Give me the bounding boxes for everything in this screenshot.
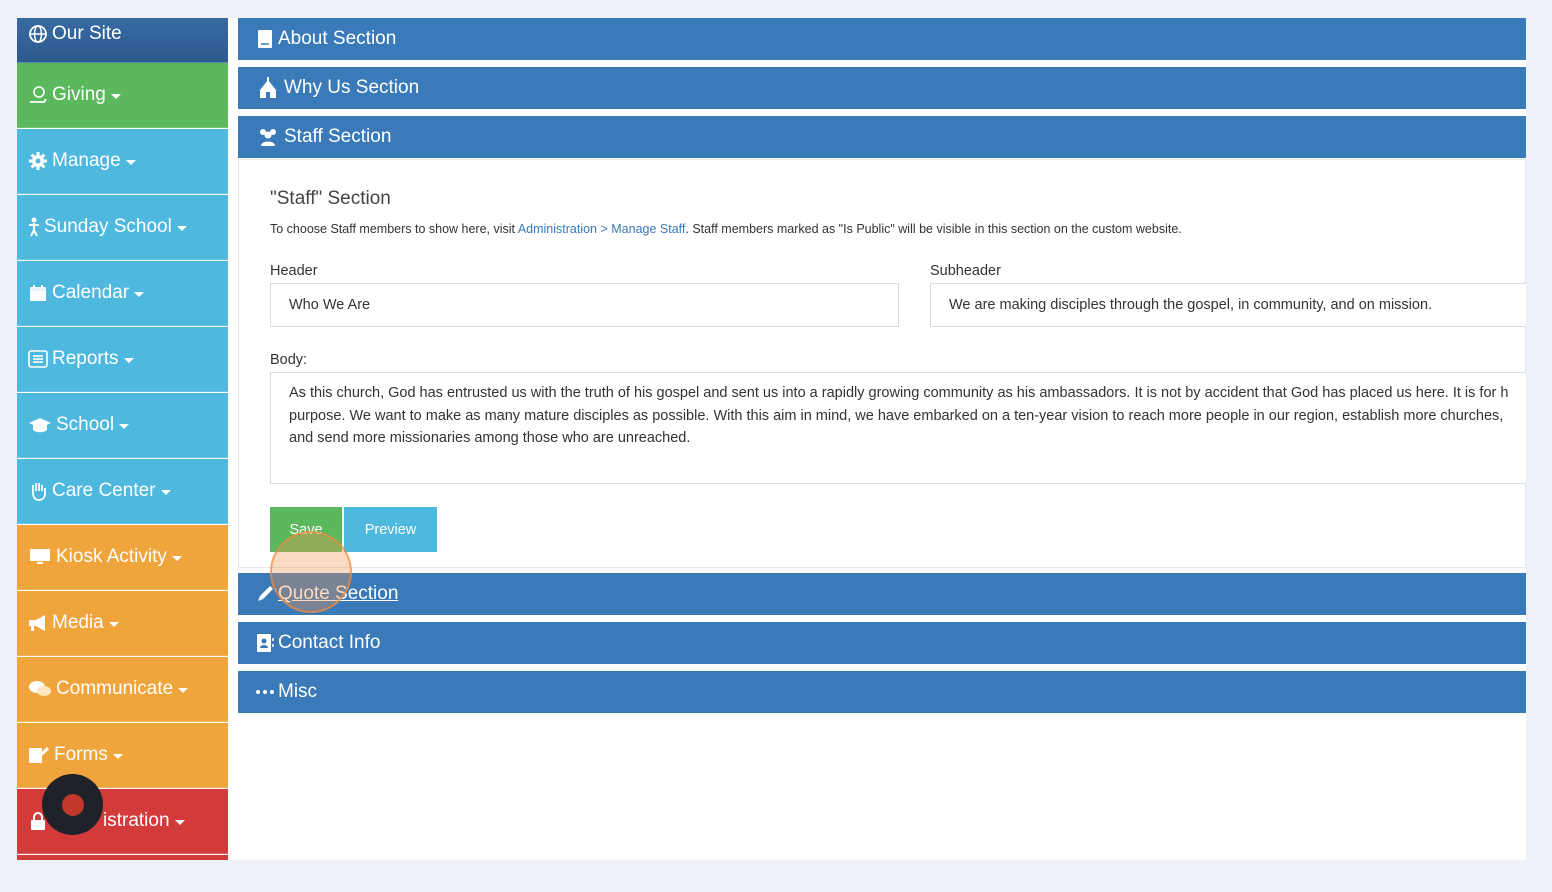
hand-icon (27, 480, 49, 502)
header-input[interactable] (270, 283, 899, 327)
chat-icon (27, 678, 53, 700)
section-header-label: Why Us Section (284, 77, 420, 98)
caret-down-icon (171, 555, 182, 561)
section-header-staff[interactable]: Staff Section (238, 116, 1526, 158)
header-label: Header (270, 263, 318, 279)
graduation-cap-icon (27, 414, 53, 436)
caret-down-icon (123, 357, 134, 363)
sidebar: Our Site Giving Manage Sunday School Cal… (17, 18, 228, 860)
sidebar-item-label: Forms (54, 744, 108, 765)
caret-down-icon (174, 819, 185, 825)
body-textarea[interactable]: As this church, God has entrusted us wit… (270, 372, 1526, 484)
body-label: Body: (270, 352, 308, 368)
subheader-label: Subheader (930, 263, 1001, 279)
panel-info-text: To choose Staff members to show here, vi… (270, 222, 1182, 236)
section-header-why-us[interactable]: Why Us Section (238, 67, 1526, 109)
caret-down-icon (160, 489, 171, 495)
section-header-label: About Section (278, 28, 397, 49)
contact-card-icon (254, 632, 276, 654)
sidebar-item-school[interactable]: School (17, 393, 228, 458)
section-header-label: Contact Info (278, 632, 381, 653)
users-icon (254, 126, 282, 148)
monitor-icon (27, 546, 53, 568)
record-indicator (42, 774, 103, 835)
sidebar-item-label: Kiosk Activity (56, 546, 167, 567)
panel-title: "Staff" Section (270, 188, 391, 209)
sidebar-item-reports[interactable]: Reports (17, 327, 228, 392)
sidebar-item-forms[interactable]: Forms (17, 723, 228, 788)
caret-down-icon (134, 291, 145, 297)
sidebar-item-label: Calendar (52, 282, 130, 303)
section-header-label: Misc (278, 681, 318, 702)
caret-down-icon (108, 621, 119, 627)
caret-down-icon (125, 159, 136, 165)
caret-down-icon (112, 753, 123, 759)
sidebar-item-label: Communicate (56, 678, 174, 699)
megaphone-icon (27, 612, 49, 634)
sidebar-item-label: Our Site (52, 22, 122, 44)
record-dot-icon (61, 793, 84, 816)
preview-button[interactable]: Preview (344, 507, 437, 552)
subheader-input[interactable] (930, 283, 1526, 327)
sidebar-item-label: School (56, 414, 115, 435)
sidebar-item-label: istration (103, 810, 170, 831)
money-hand-icon (27, 84, 49, 106)
sidebar-item-communicate[interactable]: Communicate (17, 657, 228, 722)
sidebar-item-our-site[interactable]: Our Site (17, 18, 228, 63)
click-highlight (270, 531, 352, 613)
caret-down-icon (176, 225, 187, 231)
section-header-quote[interactable]: Quote Section (238, 573, 1526, 615)
church-icon (254, 77, 282, 99)
main-content: About Section Why Us Section Staff Secti… (238, 18, 1526, 860)
sidebar-item-label: Care Center (52, 480, 156, 501)
sidebar-item-next[interactable] (17, 855, 228, 860)
book-icon (254, 28, 276, 50)
child-icon (27, 216, 41, 238)
edit-form-icon (27, 744, 51, 766)
sidebar-item-manage[interactable]: Manage (17, 129, 228, 194)
info-suffix: . Staff members marked as "Is Public" wi… (685, 222, 1182, 236)
sidebar-item-sunday-school[interactable]: Sunday School (17, 195, 228, 260)
section-header-about[interactable]: About Section (238, 18, 1526, 60)
sidebar-item-kiosk-activity[interactable]: Kiosk Activity (17, 525, 228, 590)
sidebar-item-giving[interactable]: Giving (17, 63, 228, 128)
section-header-label: Staff Section (284, 126, 392, 147)
calendar-icon (27, 282, 49, 304)
sidebar-item-label: Reports (52, 348, 119, 369)
sidebar-item-label: Sunday School (44, 216, 172, 237)
info-prefix: To choose Staff members to show here, vi… (270, 222, 518, 236)
caret-down-icon (119, 423, 130, 429)
sidebar-item-media[interactable]: Media (17, 591, 228, 656)
globe-icon (27, 23, 49, 45)
app-frame: Our Site Giving Manage Sunday School Cal… (17, 18, 1526, 860)
list-icon (27, 348, 49, 370)
sidebar-item-care-center[interactable]: Care Center (17, 459, 228, 524)
sidebar-item-label: Giving (52, 84, 106, 105)
sidebar-item-label: Manage (52, 150, 121, 171)
caret-down-icon (110, 93, 121, 99)
gear-icon (27, 150, 49, 172)
section-header-misc[interactable]: Misc (238, 671, 1526, 713)
ellipsis-icon (254, 681, 276, 703)
caret-down-icon (178, 687, 189, 693)
section-header-contact[interactable]: Contact Info (238, 622, 1526, 664)
staff-section-panel: "Staff" Section To choose Staff members … (238, 159, 1526, 568)
sidebar-item-calendar[interactable]: Calendar (17, 261, 228, 326)
sidebar-item-label: Media (52, 612, 104, 633)
manage-staff-link[interactable]: Administration > Manage Staff (518, 222, 686, 236)
